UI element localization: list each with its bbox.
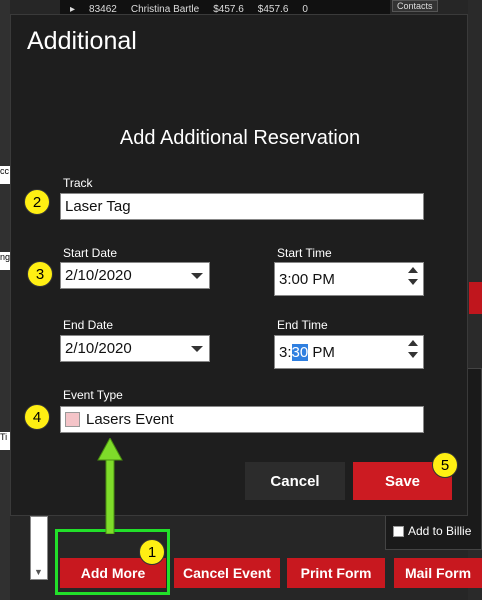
step-badge-5: 5 [432,452,458,478]
print-form-button[interactable]: Print Form [287,558,385,588]
scrollbar[interactable]: ▼ [30,516,48,580]
end-time-picker[interactable]: 3: 30 PM [274,335,424,369]
step-badge-1: 1 [139,539,165,565]
track-field[interactable]: Laser Tag [60,193,424,220]
left-mark-2: ng [0,252,10,270]
add-to-billie-option[interactable]: Add to Billie [393,524,471,538]
row-name: Christina Bartle [130,3,200,15]
additional-dialog: Additional Add Additional Reservation Tr… [10,14,468,516]
tab-contacts[interactable]: Contacts [392,0,438,12]
checkbox[interactable] [393,525,404,537]
arrow-up-annotation [97,438,123,534]
dialog-title: Additional [27,27,137,55]
row-count: 0 [302,3,308,15]
cancel-button[interactable]: Cancel [245,462,345,500]
left-mark-3: Ti [0,432,10,450]
time-spinner[interactable] [407,338,419,359]
step-badge-3: 3 [27,261,53,287]
arrow-up-icon[interactable] [408,340,418,346]
left-mark-1: cc [0,166,10,184]
scroll-down-icon[interactable]: ▼ [34,567,43,577]
start-time-value: 3:00 PM [279,270,335,288]
start-date-label: Start Date [63,246,118,260]
start-time-picker[interactable]: 3:00 PM [274,262,424,296]
chevron-down-icon[interactable] [191,346,203,352]
event-type-select[interactable]: Lasers Event [60,406,424,433]
end-time-minute-selected[interactable]: 30 [291,343,309,361]
mail-form-button[interactable]: Mail Form [394,558,482,588]
event-type-value: Lasers Event [86,411,174,428]
time-spinner[interactable] [407,265,419,286]
track-value: Laser Tag [65,198,131,215]
end-time-suffix: PM [308,343,335,361]
track-label: Track [63,176,93,190]
arrow-down-icon[interactable] [408,279,418,285]
right-red-button[interactable] [469,282,482,314]
end-date-value: 2/10/2020 [65,340,132,357]
start-date-value: 2/10/2020 [65,267,132,284]
row-amount1: $457.6 [213,3,244,15]
checkbox-label: Add to Billie [408,524,472,538]
start-time-label: Start Time [277,246,332,260]
row-expander-icon[interactable]: ▸ [70,4,75,15]
row-id: 83462 [89,3,117,15]
event-color-swatch [65,412,80,427]
arrow-up-icon[interactable] [408,267,418,273]
start-date-picker[interactable]: 2/10/2020 [60,262,210,289]
left-panel [0,0,10,600]
arrow-down-icon[interactable] [408,352,418,358]
event-type-label: Event Type [63,388,123,402]
cancel-event-button[interactable]: Cancel Event [174,558,280,588]
dialog-heading: Add Additional Reservation [119,127,361,149]
end-date-picker[interactable]: 2/10/2020 [60,335,210,362]
step-badge-2: 2 [24,189,50,215]
chevron-down-icon[interactable] [191,273,203,279]
row-amount2: $457.6 [257,3,289,15]
end-date-label: End Date [63,318,114,332]
end-time-hour: 3: [279,343,292,361]
end-time-label: End Time [277,318,328,332]
step-badge-4: 4 [24,404,50,430]
